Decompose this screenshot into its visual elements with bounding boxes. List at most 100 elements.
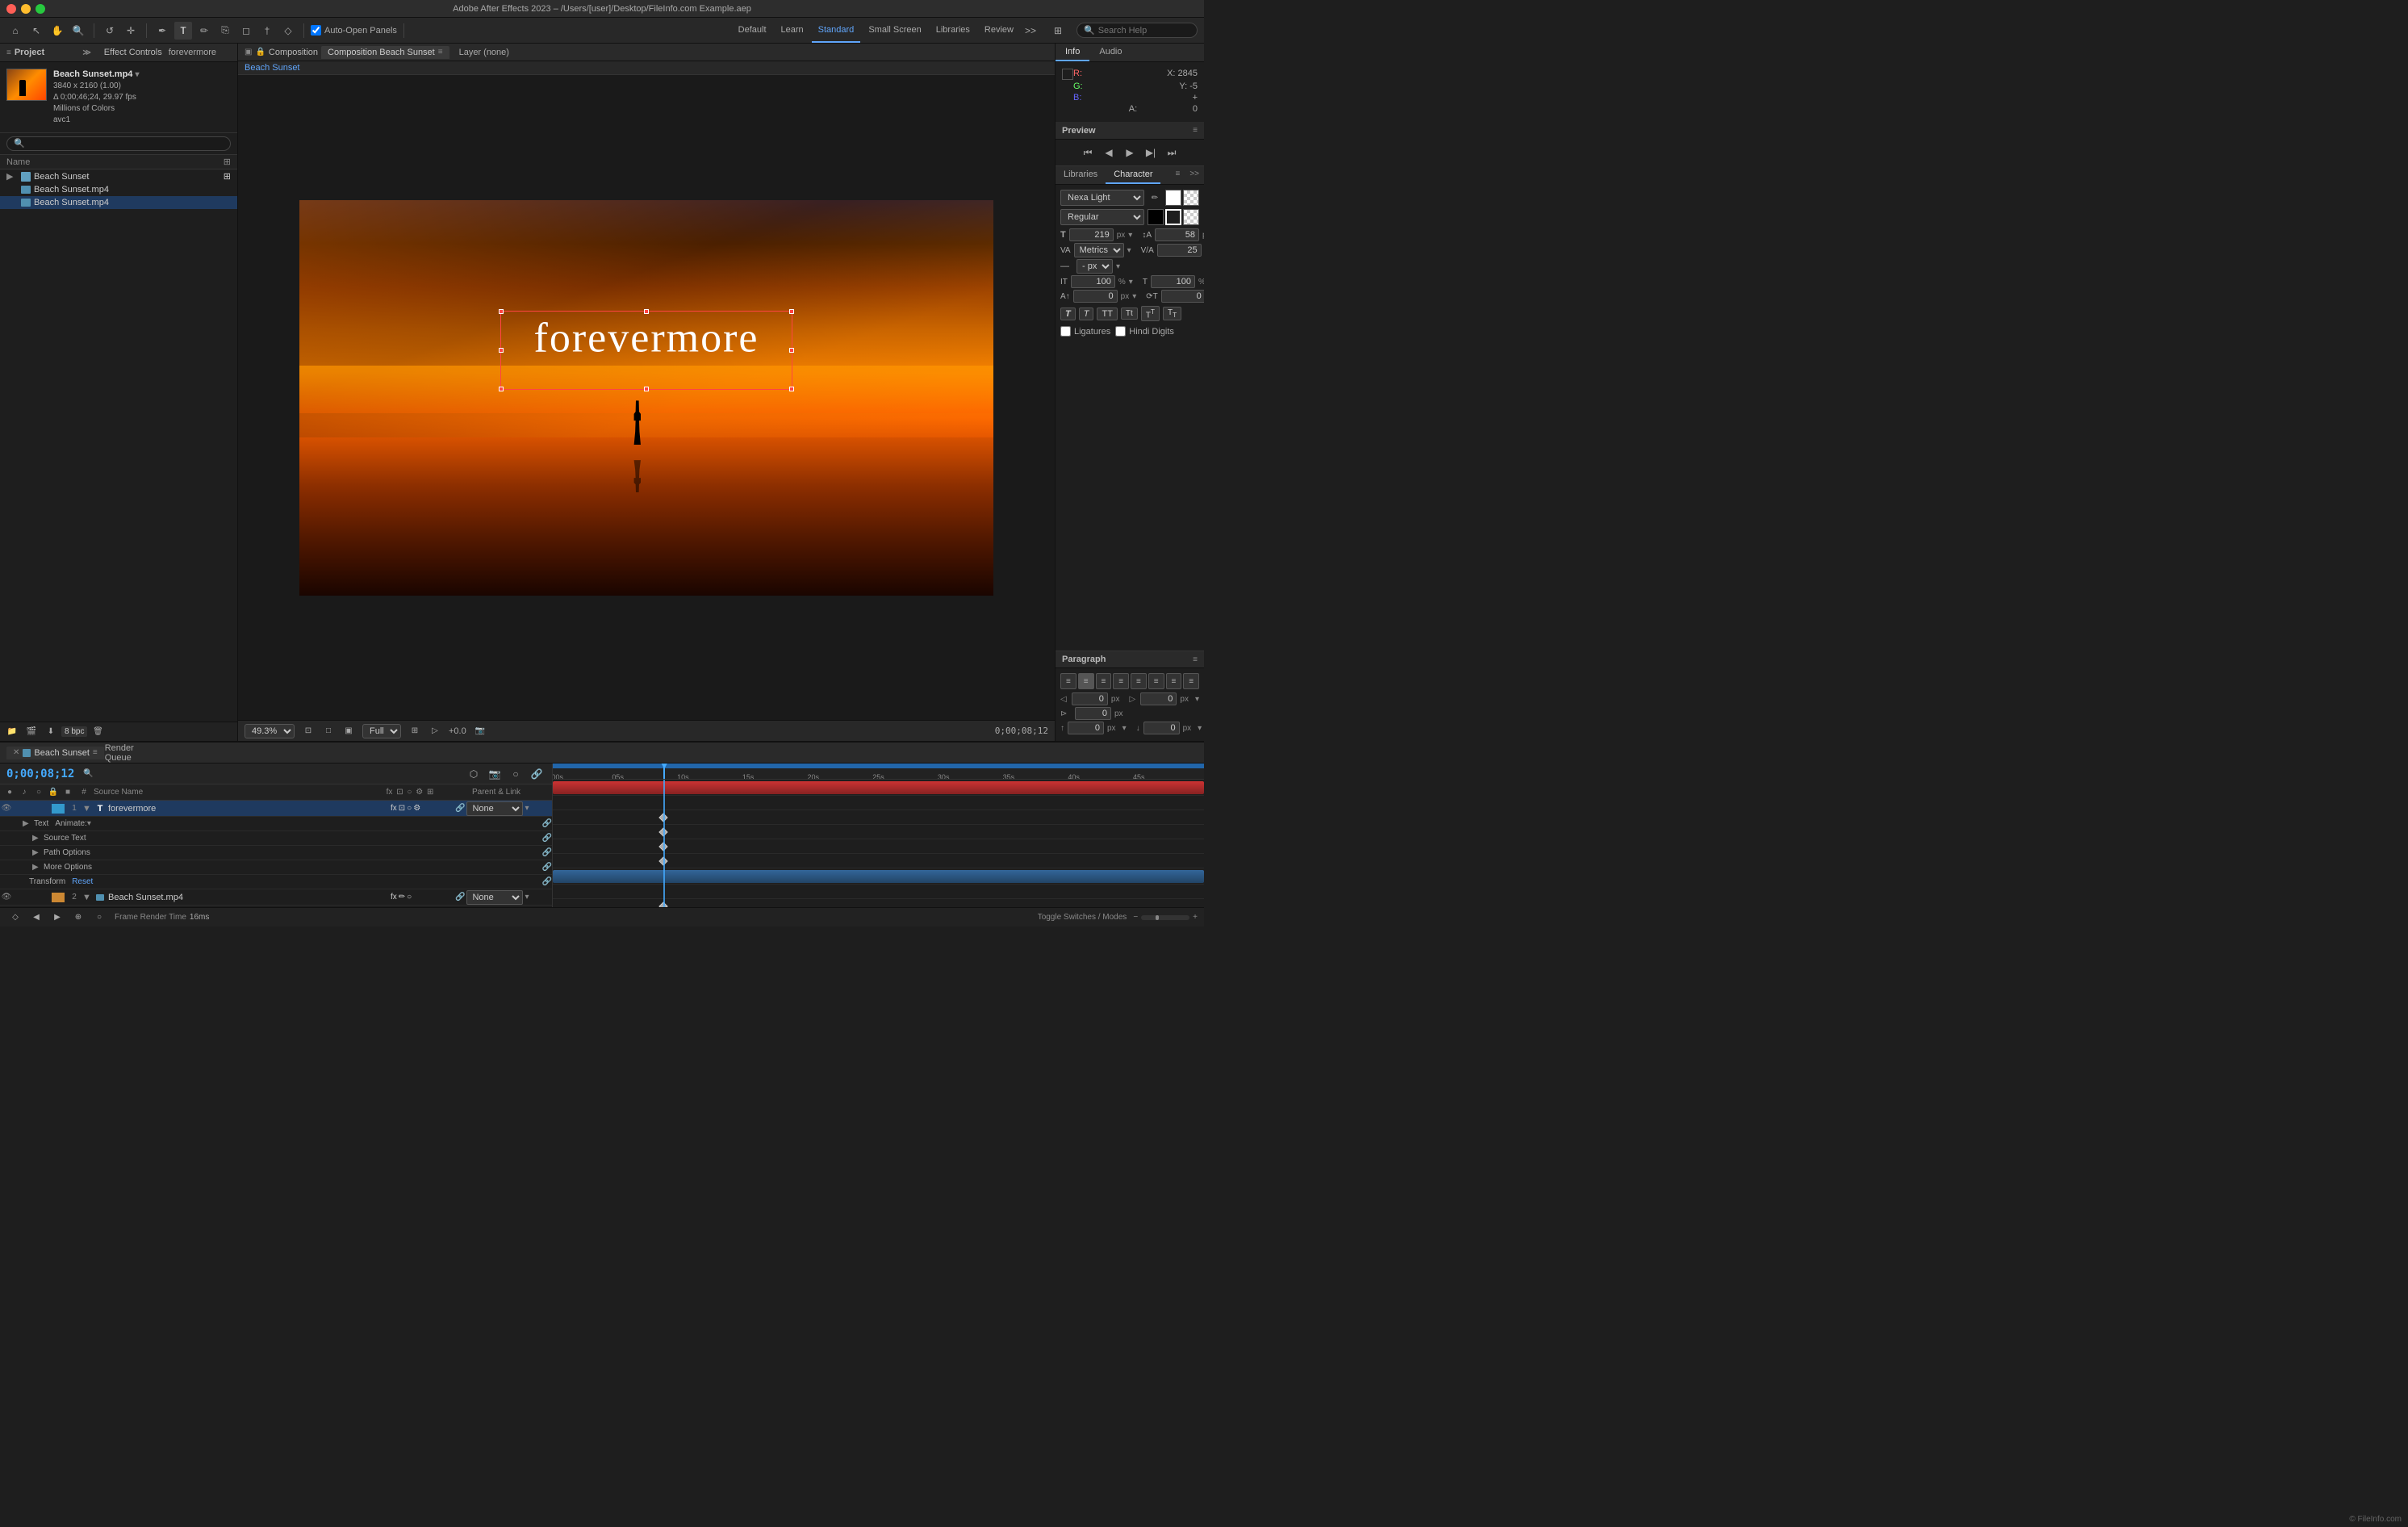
preview-menu-icon[interactable]: ≡ <box>1193 126 1198 135</box>
char-menu-icon[interactable]: ≡ <box>1170 166 1185 184</box>
timeline-ruler[interactable]: 0:00s 05s 10s 15s 20s 25s <box>553 764 1204 780</box>
list-item[interactable]: Beach Sunset.mp4 <box>0 196 237 209</box>
indent-dropdown[interactable]: ▾ <box>1195 695 1199 704</box>
superscript-style-btn[interactable]: TT <box>1141 306 1160 321</box>
comp-marker-icon[interactable]: ⬡ <box>465 765 483 783</box>
new-comp-icon[interactable]: 🎬 <box>23 723 40 741</box>
space-after-dropdown[interactable]: ▾ <box>1198 724 1202 733</box>
justify-center-btn[interactable]: ≡ <box>1131 673 1147 689</box>
camera-icon[interactable]: 📷 <box>486 765 504 783</box>
space-before-input[interactable] <box>1068 722 1104 734</box>
fill-color-box[interactable] <box>1165 190 1181 206</box>
auto-open-checkbox[interactable] <box>311 25 321 36</box>
keyframe-diamond[interactable] <box>659 856 668 865</box>
baseline-select[interactable]: - px px <box>1076 259 1113 274</box>
style-select[interactable]: Regular <box>1060 209 1144 225</box>
puppet-tool[interactable]: † <box>258 22 276 40</box>
font-size-dropdown[interactable]: ▾ <box>1128 231 1132 240</box>
tracking-input[interactable] <box>1157 244 1202 257</box>
first-line-indent-input[interactable] <box>1075 707 1111 720</box>
layer-solo-icon[interactable]: ○ <box>90 909 108 927</box>
close-button[interactable] <box>6 4 16 14</box>
list-view-icon[interactable]: ⊞ <box>224 157 231 167</box>
layer-row[interactable]: 👁 1 ▼ T forevermore fx ⊡ ○ ⚙ <box>0 801 552 817</box>
pen-tool[interactable]: ✒ <box>153 22 171 40</box>
layer-lock-switch[interactable]: ⚙ <box>413 804 420 813</box>
keyframe-diamond[interactable] <box>659 902 668 907</box>
clone-tool[interactable]: ⎘ <box>216 22 234 40</box>
parent-dropdown[interactable]: ▾ <box>525 893 529 902</box>
rotation-tool[interactable]: ↺ <box>101 22 119 40</box>
justify-full-btn[interactable]: ≡ <box>1183 673 1199 689</box>
zoom-select[interactable]: 49.3% <box>245 724 295 738</box>
layer-expand-icon[interactable]: ▼ <box>82 893 94 902</box>
font-size-input[interactable] <box>1069 228 1114 241</box>
right-indent-input[interactable] <box>1140 692 1177 705</box>
zoom-slider-thumb[interactable] <box>1156 915 1159 920</box>
subscript-style-btn[interactable]: TT <box>1163 307 1181 320</box>
quality-select[interactable]: Full <box>362 724 401 738</box>
parent-select[interactable]: None <box>466 801 523 816</box>
fullscreen-button[interactable] <box>36 4 45 14</box>
layer-motblur-switch[interactable]: ○ <box>407 804 412 813</box>
allcaps-style-btn[interactable]: TT <box>1097 307 1117 320</box>
baseline-shift-input[interactable] <box>1073 290 1118 303</box>
justify-all-btn[interactable]: ≡ <box>1166 673 1182 689</box>
baseline-dropdown[interactable]: ▾ <box>1116 262 1120 271</box>
sub-expand-icon[interactable]: ▶ <box>32 834 44 843</box>
breadcrumb-item[interactable]: Beach Sunset <box>245 63 300 73</box>
hscale-dropdown[interactable]: ▾ <box>1129 278 1133 287</box>
align-left-btn[interactable]: ≡ <box>1060 673 1076 689</box>
more-workspaces-icon[interactable]: >> <box>1022 22 1039 40</box>
eraser-tool[interactable]: ◻ <box>237 22 255 40</box>
space-before-dropdown[interactable]: ▾ <box>1122 724 1127 733</box>
sub-expand-icon[interactable]: ▶ <box>32 863 44 872</box>
playhead[interactable] <box>663 764 665 779</box>
render-queue-btn[interactable]: Render Queue <box>111 744 128 762</box>
extension-icon[interactable]: ⊞ <box>1049 22 1067 40</box>
toggle-pixel-aspect-icon[interactable]: □ <box>320 722 337 740</box>
fit-to-window-icon[interactable]: ⊡ <box>299 722 317 740</box>
list-item[interactable]: ▶ Beach Sunset ⊞ <box>0 169 237 183</box>
next-keyframe-icon[interactable]: ▶ <box>48 909 66 927</box>
timeline-zoom-in[interactable]: + <box>1193 913 1198 922</box>
keyframe-diamond[interactable] <box>659 813 668 822</box>
layer-fx-switch[interactable]: fx <box>391 893 397 902</box>
snapshot-icon[interactable]: 📷 <box>471 722 489 740</box>
stroke-fill-box[interactable] <box>1148 209 1164 225</box>
ligatures-checkbox[interactable] <box>1060 326 1071 337</box>
minimize-button[interactable] <box>21 4 31 14</box>
work-area-bar[interactable] <box>553 764 1204 768</box>
font-select[interactable]: Nexa Light <box>1060 190 1144 206</box>
animate-dropdown[interactable]: ▾ <box>87 819 91 828</box>
composition-viewport[interactable]: forevermore <box>238 75 1055 720</box>
list-item[interactable]: Beach Sunset.mp4 <box>0 183 237 196</box>
attach-icon[interactable]: 🔗 <box>528 765 546 783</box>
workspace-learn[interactable]: Learn <box>775 18 810 43</box>
add-keyframe-icon[interactable]: ◇ <box>6 909 24 927</box>
fast-previews-icon[interactable]: ▷ <box>426 722 444 740</box>
timeline-zoom-out[interactable]: − <box>1133 913 1138 922</box>
italic-style-btn[interactable]: T <box>1079 307 1094 320</box>
timeline-tab[interactable]: ✕ Beach Sunset ≡ <box>6 747 104 759</box>
align-center-btn[interactable]: ≡ <box>1078 673 1094 689</box>
stroke-box[interactable] <box>1165 209 1181 225</box>
last-frame-button[interactable]: ⏭ <box>1164 144 1180 161</box>
first-frame-button[interactable]: ⏮ <box>1080 144 1096 161</box>
brush-tool[interactable]: ✏ <box>195 22 213 40</box>
bold-italic-style-btn[interactable]: T <box>1060 307 1076 320</box>
project-search-input[interactable] <box>6 136 231 151</box>
close-timeline-icon[interactable]: ✕ <box>13 748 19 757</box>
hindi-digits-checkbox[interactable] <box>1115 326 1126 337</box>
comp-tab-menu[interactable]: ≡ <box>438 48 443 56</box>
home-icon[interactable]: ⌂ <box>6 22 24 40</box>
expand-icon[interactable]: ▶ <box>6 171 18 182</box>
timeline-timecode[interactable]: 0;00;08;12 <box>6 768 74 780</box>
paragraph-menu-icon[interactable]: ≡ <box>1193 655 1198 664</box>
parent-dropdown[interactable]: ▾ <box>525 804 529 813</box>
smallcaps-style-btn[interactable]: Tt <box>1121 307 1138 320</box>
align-right-btn[interactable]: ≡ <box>1096 673 1112 689</box>
resolution-icon[interactable]: ⊞ <box>406 722 424 740</box>
workspace-default[interactable]: Default <box>732 18 773 43</box>
transparent-color-box[interactable] <box>1183 190 1199 206</box>
